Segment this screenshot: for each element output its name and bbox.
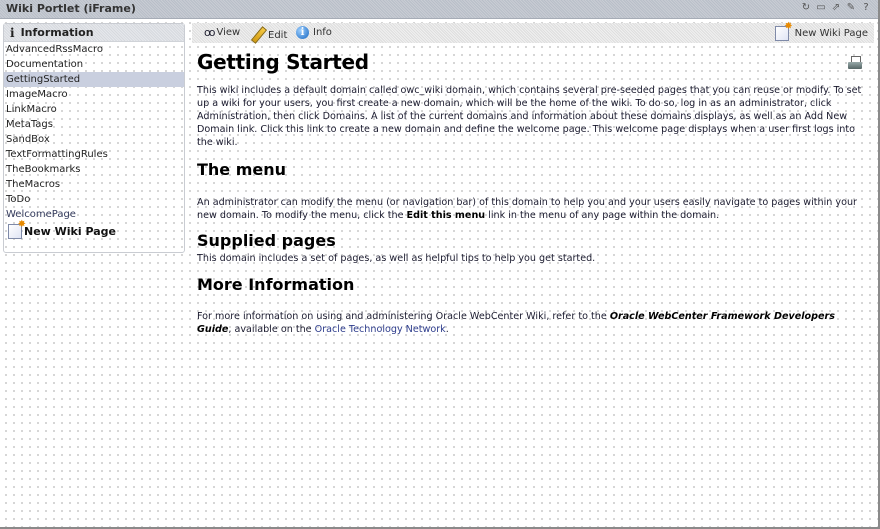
wiki-portlet: Wiki Portlet (iFrame) ↻ ▭ ⇗ ✎ ? i Inform… — [0, 0, 880, 529]
more-information-paragraph: For more information on using and admini… — [197, 310, 865, 336]
edit-this-menu-text: Edit this menu — [406, 210, 486, 221]
oracle-technology-network-link[interactable]: Oracle Technology Network — [315, 324, 446, 335]
supplied-pages-heading: Supplied pages — [197, 231, 336, 250]
sidebar-item-metatags[interactable]: MetaTags — [4, 117, 184, 132]
menu-paragraph: An administrator can modify the menu (or… — [197, 196, 865, 222]
edit-label: Edit — [268, 29, 288, 41]
sidebar-item-todo[interactable]: ToDo — [4, 192, 184, 207]
info-label: Info — [313, 27, 332, 38]
maximize-icon[interactable]: ⇗ — [830, 2, 842, 14]
more-text-end: . — [445, 324, 449, 335]
supplied-pages-paragraph: This domain includes a set of pages, as … — [197, 253, 596, 264]
info-icon: i — [10, 25, 15, 40]
menu-text-end: link in the menu of any page within the … — [485, 210, 720, 221]
wiki-page-list: AdvancedRssMacro Documentation GettingSt… — [4, 42, 184, 222]
view-button[interactable]: oo View — [204, 26, 240, 39]
info-circle-icon: i — [296, 26, 309, 39]
wiki-toolbar: oo View Edit i Info New Wiki Page — [192, 21, 874, 44]
more-text-mid: , available on the — [228, 324, 315, 335]
menu-heading: The menu — [197, 160, 287, 179]
sidebar-item-thebookmarks[interactable]: TheBookmarks — [4, 162, 184, 177]
sidebar-item-advancedrssmacro[interactable]: AdvancedRssMacro — [4, 42, 184, 57]
sidebar-item-sandbox[interactable]: SandBox — [4, 132, 184, 147]
view-label: View — [216, 27, 241, 38]
customize-icon[interactable]: ✎ — [845, 2, 857, 14]
sidebar-header: i Information — [4, 24, 184, 42]
more-information-heading: More Information — [197, 275, 355, 294]
sidebar-item-textformattingrules[interactable]: TextFormattingRules — [4, 147, 184, 162]
edit-button[interactable]: Edit — [250, 26, 288, 44]
help-icon[interactable]: ? — [860, 2, 872, 14]
sidebar-new-wiki-page-label: New Wiki Page — [24, 225, 117, 238]
glasses-icon: oo — [204, 26, 216, 39]
portlet-actions: ↻ ▭ ⇗ ✎ ? — [800, 2, 872, 14]
new-wiki-page-button[interactable]: New Wiki Page — [774, 21, 868, 41]
wiki-page-list-panel: i Information AdvancedRssMacro Documenta… — [3, 23, 185, 253]
sidebar-item-welcomepage[interactable]: WelcomePage — [4, 207, 184, 222]
refresh-icon[interactable]: ↻ — [800, 2, 812, 14]
sidebar-item-imagemacro[interactable]: ImageMacro — [4, 87, 184, 102]
portlet-title: Wiki Portlet (iFrame) — [6, 2, 136, 15]
sidebar-item-gettingstarted[interactable]: GettingStarted — [4, 72, 184, 87]
new-page-icon — [8, 219, 26, 239]
wiki-page-content: Getting Started This wiki includes a def… — [197, 46, 865, 336]
intro-paragraph: This wiki includes a default domain call… — [197, 85, 862, 148]
sidebar-header-label: Information — [20, 26, 94, 39]
new-page-icon — [774, 21, 793, 41]
more-text: For more information on using and admini… — [197, 311, 610, 322]
sidebar-item-themacros[interactable]: TheMacros — [4, 177, 184, 192]
minimize-icon[interactable]: ▭ — [815, 2, 827, 14]
sidebar-new-wiki-page-link[interactable]: New Wiki Page — [8, 219, 184, 239]
sidebar-item-documentation[interactable]: Documentation — [4, 57, 184, 72]
sidebar-item-linkmacro[interactable]: LinkMacro — [4, 102, 184, 117]
new-wiki-page-label: New Wiki Page — [794, 28, 868, 39]
pencil-icon — [250, 26, 268, 44]
page-title: Getting Started — [197, 50, 369, 74]
portlet-titlebar: Wiki Portlet (iFrame) ↻ ▭ ⇗ ✎ ? — [0, 0, 878, 19]
info-button[interactable]: i Info — [296, 26, 332, 39]
